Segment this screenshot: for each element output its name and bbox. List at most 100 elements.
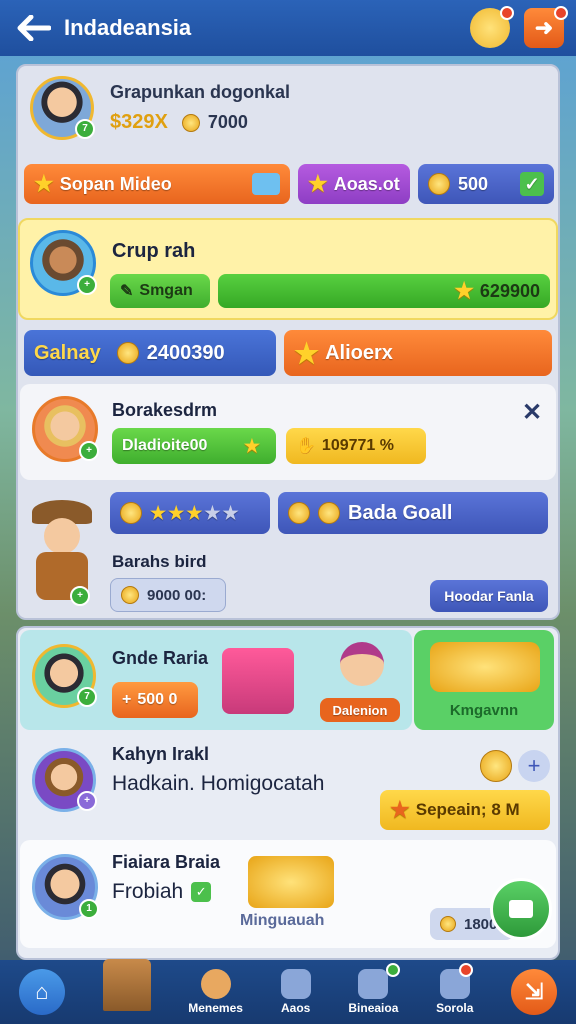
quest-reward: 629900: [479, 280, 540, 301]
list-item-name: Kahyn Irakl: [112, 744, 210, 764]
tab-sopan-mideo[interactable]: ★ Sopan Mideo: [24, 164, 290, 204]
tab-label: 500: [458, 173, 489, 194]
coin-icon: [120, 502, 142, 524]
nav-menemes[interactable]: Menemes: [188, 969, 243, 1015]
star-icon: ★: [390, 797, 410, 822]
star-rating: ★★★★★: [150, 502, 241, 523]
stats-label: Galnay: [34, 341, 101, 364]
page-title: Indadeansia: [64, 15, 192, 40]
chip-green[interactable]: Dladioite00 ★: [112, 428, 276, 464]
coin-icon: [480, 750, 512, 782]
star-icon: ★: [454, 278, 474, 303]
character-tag: Dalenion: [320, 698, 400, 722]
star-icon: ★: [34, 171, 54, 196]
player-card-chips: Dladioite00 ★ ✋ 109771 %: [112, 428, 426, 464]
notification-dot: [386, 963, 401, 977]
characters-icon: [200, 969, 231, 999]
coin-icon: [181, 113, 200, 132]
list-avatar: 1: [32, 854, 99, 920]
back-arrow-icon: [17, 15, 51, 41]
exit-icon: ⇲: [524, 979, 544, 1004]
list-button-label: Sepeain; 8 M: [415, 800, 520, 819]
paw-icon: [280, 969, 311, 999]
nav-label: Bineaioa: [348, 1001, 399, 1015]
nav-home[interactable]: ⌂: [18, 969, 65, 1015]
star-icon: ★: [308, 171, 328, 196]
goal-chip[interactable]: Bada Goall: [278, 492, 548, 534]
explorer-button[interactable]: Hoodar Fanla: [430, 580, 548, 612]
back-button[interactable]: [12, 6, 56, 50]
stats-panel[interactable]: Galnay 2400390: [24, 330, 276, 376]
close-icon[interactable]: ✕: [522, 398, 542, 427]
treasure-icon: [430, 642, 540, 692]
level-badge: +: [70, 586, 90, 606]
level-badge: +: [77, 275, 97, 295]
coin-icon: [440, 916, 456, 932]
nav-aaos[interactable]: Aaos: [280, 969, 311, 1015]
shop-name: Gnde Raria: [112, 648, 209, 668]
check-icon: ✓: [520, 172, 544, 196]
star-icon: ★: [294, 337, 320, 369]
player-card-name: Borakesdrm: [112, 400, 218, 420]
plus-icon[interactable]: +: [518, 750, 550, 782]
list-item-name: Fiaiara Braia: [112, 852, 221, 872]
gift-icon: [222, 648, 294, 714]
nav-label: Aaos: [280, 1001, 311, 1015]
notification-dot: [459, 963, 474, 977]
exit-icon: ➜: [534, 15, 554, 40]
chat-icon: [358, 969, 389, 999]
player-avatar: +: [32, 396, 99, 462]
coin-icon: [121, 586, 139, 604]
chip-yellow[interactable]: ✋ 109771 %: [286, 428, 426, 464]
avatar[interactable]: 7: [30, 76, 95, 140]
bottom-nav: ⌂ Menemes Aaos Bineaioa Sorola ⇲: [0, 959, 576, 1024]
nav-sorola[interactable]: Sorola: [436, 963, 474, 1015]
cash-value: $329X: [110, 111, 168, 133]
nav-bineaioa[interactable]: Bineaioa: [348, 963, 401, 1015]
price-label: 500 0: [137, 691, 178, 708]
list-item-sub: Frobiah: [112, 880, 184, 903]
tab-500[interactable]: 500 ✓: [418, 164, 554, 204]
nav-exit[interactable]: ⇲: [511, 969, 558, 1015]
list-item-sub: Hadkain. Homigocatah: [112, 772, 325, 795]
rating-chip[interactable]: ★★★★★: [110, 492, 270, 534]
price-button[interactable]: +500 0: [112, 682, 198, 718]
hand-icon: ✋: [296, 438, 316, 455]
list-item-caption: Minguauah: [240, 912, 325, 929]
tab-label: Aoas.ot: [333, 173, 400, 194]
explorer-character: +: [26, 496, 98, 606]
quest-button[interactable]: ✎ Smgan: [110, 274, 210, 308]
gold-pile-icon: [248, 856, 334, 908]
nav-label: Sorola: [436, 1001, 474, 1015]
shop-avatar: 7: [32, 644, 97, 708]
stats-value: 2400390: [146, 341, 225, 364]
list-item-button[interactable]: ★ Sepeain; 8 M: [380, 790, 550, 830]
paw-icon: [288, 502, 310, 524]
level-badge: +: [77, 791, 97, 811]
ticket-icon: [252, 173, 280, 195]
coins-label: 9000 00:: [147, 586, 207, 604]
coin-pile-icon: [116, 342, 139, 364]
top-bar: Indadeansia ➜: [0, 0, 576, 56]
nav-shop[interactable]: [102, 959, 151, 1011]
explorer-chips: ★★★★★ Bada Goall: [110, 492, 548, 534]
quest-actions: ✎ Smgan ★ 629900: [110, 274, 550, 308]
nav-label: Menemes: [188, 1001, 243, 1015]
action-label: Alioerx: [325, 341, 393, 364]
quest-progress-bar: ★ 629900: [218, 274, 550, 308]
chip-label: Dladioite00: [122, 437, 208, 454]
action-button[interactable]: ★ Alioerx: [284, 330, 552, 376]
level-badge: +: [79, 441, 99, 461]
stats-row: Galnay 2400390 ★ Alioerx: [24, 330, 552, 376]
exit-button[interactable]: ➜: [524, 6, 568, 48]
cookie-icon[interactable]: [470, 6, 514, 48]
level-badge: 1: [79, 899, 99, 919]
list-item-sub-row: Frobiah ✓: [112, 880, 212, 904]
tab-aoas[interactable]: ★ Aoas.ot: [298, 164, 410, 204]
level-badge: 7: [75, 119, 95, 139]
plus-icon: +: [122, 691, 132, 708]
goal-label: Bada Goall: [348, 501, 453, 524]
tab-label: Sopan Mideo: [59, 173, 172, 194]
fab-button[interactable]: [490, 878, 552, 940]
star-icon: ★: [243, 435, 260, 456]
